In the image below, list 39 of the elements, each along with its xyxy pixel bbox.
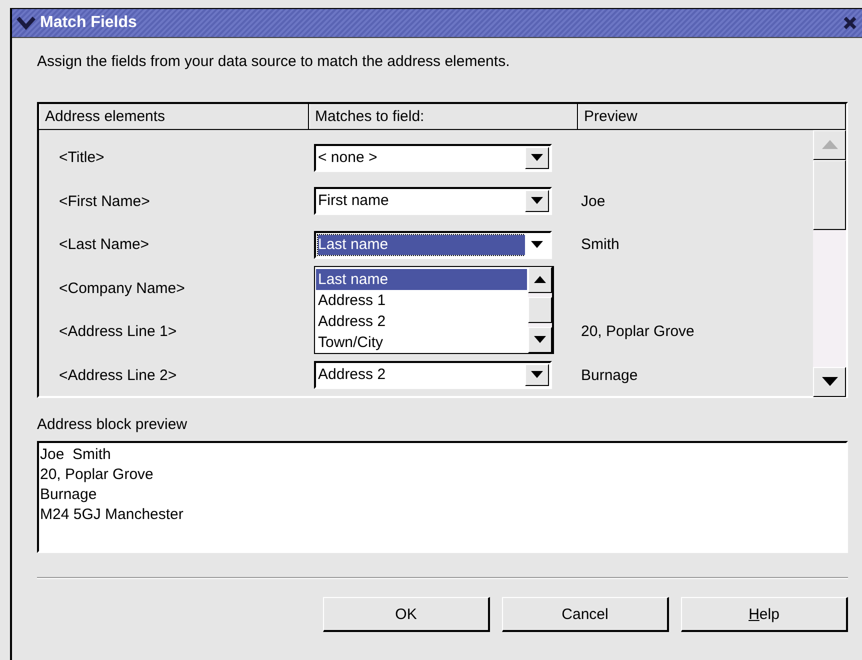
element-label: <Company Name> (59, 280, 185, 297)
column-header[interactable]: Preview (578, 104, 846, 129)
scroll-down-icon[interactable] (813, 367, 846, 397)
preview-value: Burnage (581, 366, 638, 384)
element-label: <Last Name> (59, 236, 150, 254)
field-combobox[interactable]: Last name (314, 230, 552, 259)
scroll-up-icon[interactable] (813, 130, 846, 160)
preview-value: Joe (581, 192, 606, 210)
dropdown-option[interactable]: Address 1 (316, 290, 527, 311)
element-label: <Title> (59, 149, 104, 166)
scroll-thumb[interactable] (813, 160, 846, 230)
dropdown-option[interactable]: Last name (316, 269, 527, 290)
scroll-up-icon[interactable] (528, 267, 552, 293)
dialog-button[interactable]: Help (681, 597, 848, 632)
column-header[interactable]: Matches to field: (309, 104, 578, 129)
dropdown-option[interactable]: Town/City (316, 332, 527, 353)
preview-value: 20, Poplar Grove (581, 323, 694, 340)
address-line: Burnage (40, 485, 98, 505)
close-icon[interactable] (843, 16, 857, 30)
element-label: <First Name> (59, 192, 150, 210)
address-line: Joe Smith (40, 445, 112, 465)
address-line: M24 5GJ Manchester (40, 505, 184, 525)
scroll-down-icon[interactable] (528, 327, 552, 353)
field-combobox[interactable]: Address 2 (314, 361, 552, 390)
element-label: <Address Line 1> (59, 323, 177, 340)
field-combobox[interactable]: First name (314, 187, 552, 216)
preview-value: Smith (581, 236, 620, 254)
window-title: Match Fields (40, 14, 137, 32)
chevron-down-icon[interactable] (16, 15, 36, 31)
dialog-button[interactable]: OK (323, 597, 490, 632)
column-header[interactable]: Address elements (39, 104, 309, 129)
scroll-thumb[interactable] (528, 297, 552, 323)
preview-label: Address block preview (37, 416, 188, 433)
address-line: 20, Poplar Grove (40, 465, 154, 485)
field-combobox[interactable]: < none > (314, 144, 552, 172)
element-label: <Address Line 2> (59, 366, 177, 384)
dropdown-option[interactable]: Address 2 (316, 311, 527, 332)
dialog-button[interactable]: Cancel (502, 597, 669, 632)
instruction-text: Assign the fields from your data source to match the address elements. (37, 53, 511, 70)
